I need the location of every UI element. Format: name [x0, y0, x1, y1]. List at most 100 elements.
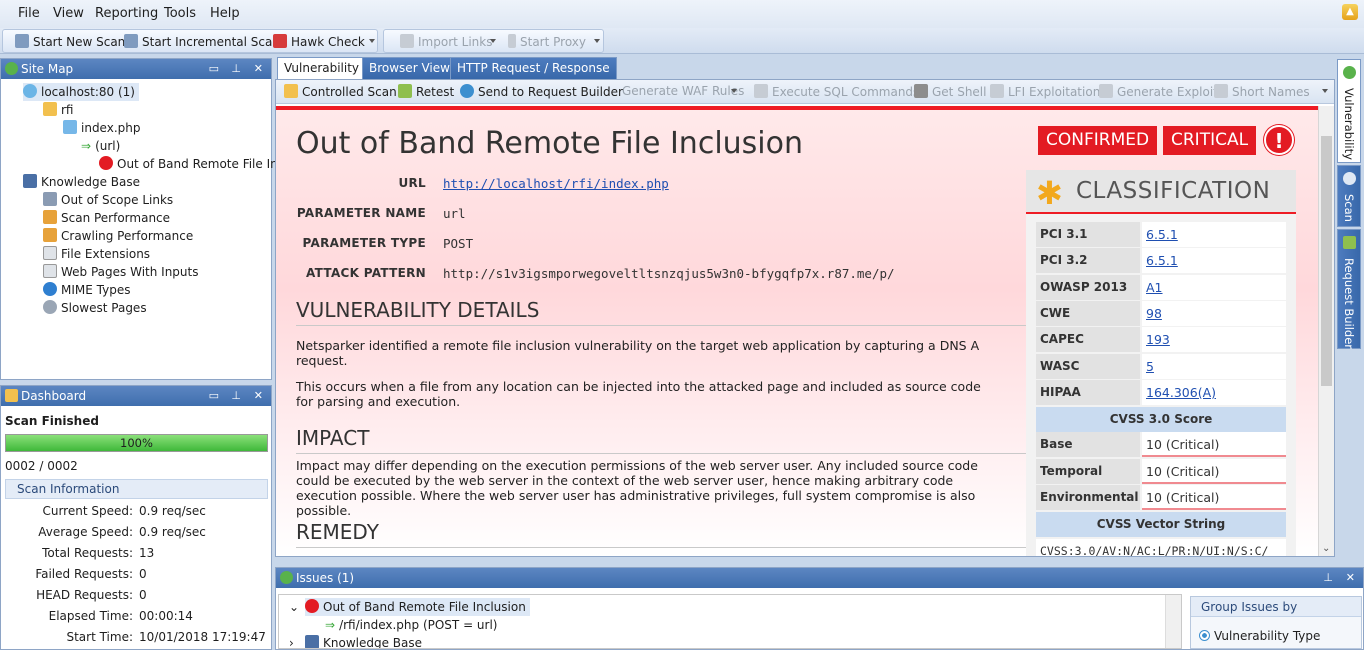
side-tab-vulnerability[interactable]: Vulnerability — [1337, 59, 1361, 163]
classification-link[interactable]: 98 — [1142, 300, 1286, 326]
scroll-down-icon[interactable]: ⌄ — [1322, 543, 1330, 554]
severity-badge: CRITICAL — [1163, 126, 1257, 155]
import-icon — [400, 34, 414, 48]
retest-button[interactable]: Retest — [398, 84, 454, 99]
report-scrollbar[interactable]: ⌄ — [1318, 106, 1334, 556]
tree-item-rfi[interactable]: rfi — [43, 101, 74, 119]
tree-item-crawling-performance[interactable]: Crawling Performance — [43, 227, 193, 245]
menu-reporting[interactable]: Reporting — [95, 6, 158, 21]
classification-link[interactable]: 6.5.1 — [1142, 248, 1286, 274]
chevron-down-icon[interactable] — [594, 39, 600, 43]
menu-tools[interactable]: Tools — [164, 6, 196, 21]
classification-link[interactable]: A1 — [1142, 274, 1286, 300]
tree-item-url-param[interactable]: ⇒ (url) — [81, 137, 120, 155]
start-incremental-scan-label: Start Incremental Scan — [142, 35, 280, 49]
lfi-exploitation-button[interactable]: LFI Exploitation — [990, 84, 1100, 99]
sql-icon — [754, 84, 768, 98]
minimize-icon[interactable]: ▭ — [209, 59, 219, 79]
pin-icon[interactable]: ⊥ — [231, 386, 241, 406]
generate-waf-rules-button[interactable]: Generate WAF Rules — [622, 84, 744, 98]
start-incremental-scan-button[interactable]: Start Incremental Scan — [124, 34, 280, 49]
url-link[interactable]: http://localhost/rfi/index.php — [443, 176, 669, 191]
side-tab-label: Vulnerability — [1342, 88, 1356, 160]
tab-http-request-response[interactable]: HTTP Request / Response — [450, 57, 617, 79]
tree-item-index-php[interactable]: index.php — [63, 119, 140, 137]
tree-item-localhost[interactable]: localhost:80 (1) — [23, 83, 139, 101]
tab-browser-view[interactable]: Browser View — [362, 57, 457, 79]
progress-bar: 100% — [5, 434, 268, 452]
start-new-scan-button[interactable]: Start New Scan — [15, 34, 125, 49]
side-tab-request-builder[interactable]: Request Builder — [1337, 229, 1361, 349]
pin-icon[interactable]: ⊥ — [1323, 568, 1333, 588]
dashboard-title: Dashboard — [21, 389, 87, 403]
controlled-scan-button[interactable]: Controlled Scan — [284, 84, 397, 99]
generate-exploit-label: Generate Exploit — [1117, 85, 1218, 99]
close-icon[interactable]: ✕ — [254, 386, 263, 406]
scan-status: Scan Finished — [5, 414, 99, 428]
asterisk-icon: ✱ — [1036, 174, 1063, 212]
issue-item[interactable]: Out of Band Remote File Inclusion — [305, 598, 530, 616]
generate-exploit-button[interactable]: Generate Exploit — [1099, 84, 1218, 99]
chart-icon — [43, 210, 57, 224]
menu-help[interactable]: Help — [210, 6, 240, 21]
tree-item-web-pages-inputs[interactable]: Web Pages With Inputs — [43, 263, 198, 281]
close-icon[interactable]: ✕ — [254, 59, 263, 79]
scan-info-value: 0.9 req/sec — [139, 525, 206, 539]
classification-link[interactable]: 164.306(A) — [1142, 379, 1286, 405]
clock-icon — [43, 300, 57, 314]
scrollbar-thumb[interactable] — [1321, 136, 1332, 386]
hawk-check-button[interactable]: Hawk Check — [273, 34, 365, 49]
import-links-button[interactable]: Import Links — [400, 34, 492, 49]
tree-item-file-extensions[interactable]: File Extensions — [43, 245, 150, 263]
execute-sql-commands-button[interactable]: Execute SQL Commands — [754, 84, 919, 99]
retest-icon — [398, 84, 412, 98]
links-icon — [43, 192, 57, 206]
classification-label: HIPAA — [1036, 379, 1140, 405]
lfi-exploitation-label: LFI Exploitation — [1008, 85, 1101, 99]
update-icon[interactable]: ▲ — [1342, 4, 1358, 20]
tree-item-out-of-scope[interactable]: Out of Scope Links — [43, 191, 173, 209]
short-names-label: Short Names — [1232, 85, 1310, 99]
close-icon[interactable]: ✕ — [1346, 568, 1355, 588]
tree-item-mime-types[interactable]: MIME Types — [43, 281, 130, 299]
menu-file[interactable]: File — [18, 6, 40, 21]
chevron-down-icon[interactable] — [1322, 89, 1328, 93]
chevron-down-icon[interactable] — [490, 39, 496, 43]
send-to-request-builder-label: Send to Request Builder — [478, 85, 623, 99]
parameter-type-label: PARAMETER TYPE — [302, 236, 426, 250]
group-by-vulnerability-type[interactable]: Vulnerability Type — [1199, 629, 1320, 643]
scan-info-value: 0 — [139, 588, 147, 602]
classification-header: ✱ CLASSIFICATION — [1026, 170, 1296, 214]
tree-item-knowledge-base[interactable]: Knowledge Base — [23, 173, 140, 191]
side-tab-scan[interactable]: Scan — [1337, 165, 1361, 227]
chevron-down-icon[interactable] — [731, 89, 737, 93]
classification-link[interactable]: 6.5.1 — [1142, 222, 1286, 247]
classification-link[interactable]: 193 — [1142, 327, 1286, 353]
proxy-toolbar-group: Import Links Start Proxy — [383, 29, 604, 53]
scan-info-header[interactable]: Scan Information — [5, 479, 268, 499]
scan-info-label: Total Requests: — [42, 546, 133, 560]
chevron-right-icon[interactable]: › — [289, 634, 294, 648]
tree-item-scan-performance[interactable]: Scan Performance — [43, 209, 170, 227]
issue-knowledge-base[interactable]: Knowledge Base — [305, 634, 422, 648]
chevron-down-icon[interactable] — [369, 39, 375, 43]
issue-url-item[interactable]: ⇒/rfi/index.php (POST = url) — [325, 616, 498, 634]
get-shell-button[interactable]: Get Shell — [914, 84, 986, 99]
tree-item-slowest-pages[interactable]: Slowest Pages — [43, 299, 147, 317]
proxy-icon — [508, 34, 516, 48]
start-proxy-button[interactable]: Start Proxy — [508, 34, 586, 49]
pin-icon[interactable]: ⊥ — [231, 59, 241, 79]
send-to-request-builder-button[interactable]: Send to Request Builder — [460, 84, 623, 99]
cvss-row: Temporal 10 (Critical) — [1036, 458, 1286, 484]
issues-scrollbar[interactable] — [1165, 595, 1181, 648]
classification-link[interactable]: 5 — [1142, 353, 1286, 379]
minimize-icon[interactable]: ▭ — [209, 386, 219, 406]
chevron-down-icon[interactable]: ⌄ — [289, 598, 299, 616]
site-map-header: Site Map ▭ ⊥ ✕ — [1, 59, 271, 79]
classification-row: OWASP 2013 A1 — [1036, 274, 1286, 300]
short-names-button[interactable]: Short Names — [1214, 84, 1310, 99]
tree-item-vulnerability[interactable]: Out of Band Remote File Incl — [99, 155, 288, 173]
tab-vulnerability[interactable]: Vulnerability — [277, 57, 367, 79]
menu-view[interactable]: View — [53, 6, 84, 21]
tree-item-label: (url) — [95, 139, 121, 153]
